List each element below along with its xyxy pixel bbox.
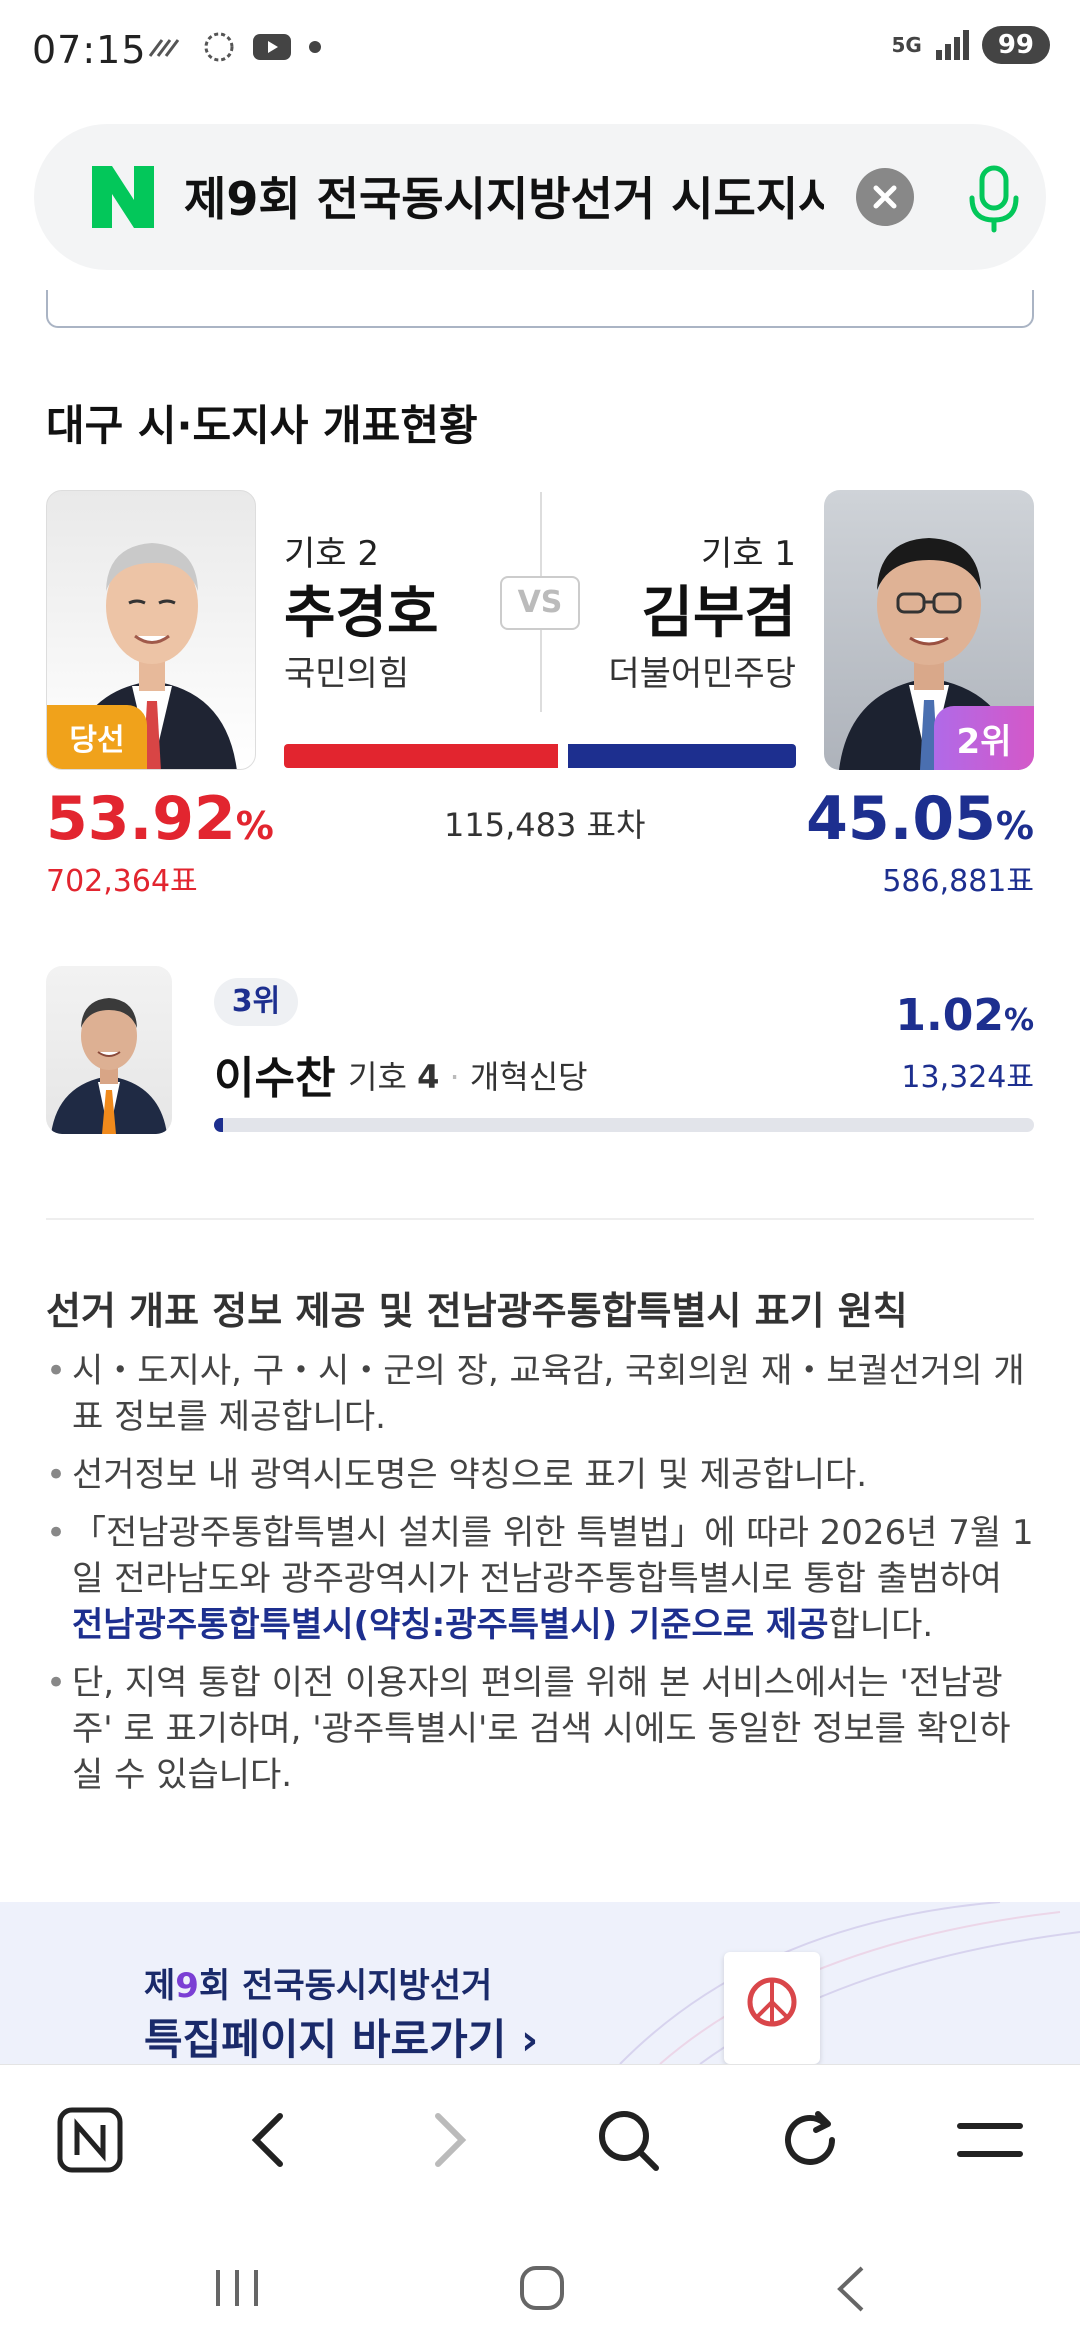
section-divider (46, 1218, 1034, 1220)
notice-list: 시・도지사, 구・시・군의 장, 교육감, 국회의원 재・보궐선거의 개표 정보… (46, 1348, 1036, 1810)
forward-button[interactable] (410, 2105, 490, 2175)
notice-highlight: 전남광주통합특별시(약칭:광주특별시) 기준으로 제공 (72, 1605, 829, 1645)
mic-icon[interactable] (954, 158, 1034, 238)
refresh-icon (785, 2111, 835, 2165)
browser-toolbar (0, 2064, 1080, 2212)
back-icon (251, 2113, 283, 2167)
candidate-left-percent: 53.92% (46, 784, 274, 854)
candidate-third-percent: 1.02% (895, 990, 1034, 1041)
notice-item: 선거정보 내 광역시도명은 약칭으로 표기 및 제공합니다. (46, 1452, 1036, 1498)
menu-button[interactable] (950, 2105, 1030, 2175)
forward-icon (435, 2113, 467, 2167)
notice-item: 시・도지사, 구・시・군의 장, 교육감, 국회의원 재・보궐선거의 개표 정보… (46, 1348, 1036, 1440)
youtube-icon (253, 34, 291, 60)
search-icon (599, 2111, 659, 2171)
search-input[interactable]: 제9회 전국동시지방선거 시도지사 (184, 164, 824, 234)
previous-card-edge (46, 290, 1034, 328)
network-type: 5G (891, 33, 922, 57)
candidate-left-votes: 702,364표 (46, 864, 198, 899)
home-n-button[interactable] (50, 2105, 130, 2175)
signal-icon (935, 30, 969, 60)
candidate-left-photo[interactable]: 당선 (46, 490, 256, 770)
candidate-right-photo[interactable]: 2위 (824, 490, 1034, 770)
battery-indicator: 99 (981, 26, 1050, 64)
status-bar: 07:15 5G 99 (0, 0, 1080, 100)
recents-button[interactable] (212, 2266, 262, 2314)
rank-badge: 2위 (934, 706, 1034, 770)
dot-icon (309, 41, 321, 53)
clear-search-button[interactable] (856, 168, 914, 226)
vote-bar-third-track (214, 1118, 1034, 1132)
candidate-right-party: 더불어민주당 (608, 654, 796, 694)
recents-icon (216, 2270, 258, 2306)
vs-label: VS (500, 576, 580, 630)
vote-bar-right (568, 744, 796, 768)
candidate-right-name[interactable]: 김부겸 (641, 568, 796, 649)
search-bar[interactable]: 제9회 전국동시지방선거 시도지사 (34, 124, 1046, 270)
winner-badge: 당선 (47, 705, 147, 769)
candidate-third-info: 기호 4 · 개혁신당 (348, 1058, 588, 1096)
candidate-right-votes: 586,881표 (882, 864, 1034, 899)
candidate-third-number-prefix: 기호 (348, 1058, 407, 1096)
rank-badge-third: 3위 (214, 978, 298, 1026)
back-button[interactable] (228, 2105, 308, 2175)
ballot-icon (724, 1952, 820, 2064)
notice-title: 선거 개표 정보 제공 및 전남광주통합특별시 표기 원칙 (46, 1289, 908, 1333)
section-title: 대구 시·도지사 개표현황 (46, 401, 478, 450)
back-icon (837, 2266, 864, 2312)
vote-bar-left (284, 744, 558, 768)
status-time: 07:15 (32, 28, 147, 72)
candidate-left-name[interactable]: 추경호 (284, 568, 439, 649)
vote-bar-third-fill (214, 1118, 223, 1132)
menu-icon (957, 2123, 1023, 2157)
vote-difference: 115,483 표차 (444, 806, 646, 844)
candidate-left-party: 국민의힘 (284, 654, 410, 694)
search-button[interactable] (588, 2105, 668, 2175)
refresh-button[interactable] (770, 2105, 850, 2175)
candidate-third-number: 4 (417, 1058, 440, 1096)
app-notification-icon (204, 32, 234, 62)
system-navigation-bar (0, 2212, 1080, 2340)
candidate-third-photo[interactable] (46, 966, 172, 1134)
home-icon (520, 2266, 564, 2310)
close-icon (873, 185, 897, 209)
candidate-right-percent: 45.05% (806, 784, 1034, 854)
system-back-button[interactable] (830, 2264, 870, 2318)
banner-link[interactable]: 특집페이지 바로가기 › (144, 2006, 538, 2064)
home-button[interactable] (518, 2264, 566, 2316)
notice-item: 단, 지역 통합 이전 이용자의 편의를 위해 본 서비스에서는 '전남광주' … (46, 1660, 1036, 1798)
candidate-third-portrait (51, 998, 167, 1134)
special-page-banner[interactable]: 제9회 전국동시지방선거 특집페이지 바로가기 › (0, 1902, 1080, 2064)
banner-title: 제9회 전국동시지방선거 (144, 1966, 493, 2006)
naver-logo-icon[interactable] (86, 160, 160, 234)
notice-item: 「전남광주통합특별시 설치를 위한 특별법」에 따라 2026년 7월 1일 전… (46, 1510, 1036, 1648)
home-n-icon (57, 2107, 123, 2173)
candidate-third-party: 개혁신당 (469, 1058, 588, 1096)
candidate-third-name[interactable]: 이수찬 (214, 1042, 335, 1106)
candidate-third-votes: 13,324표 (901, 1060, 1034, 1095)
notification-icon (148, 39, 180, 57)
